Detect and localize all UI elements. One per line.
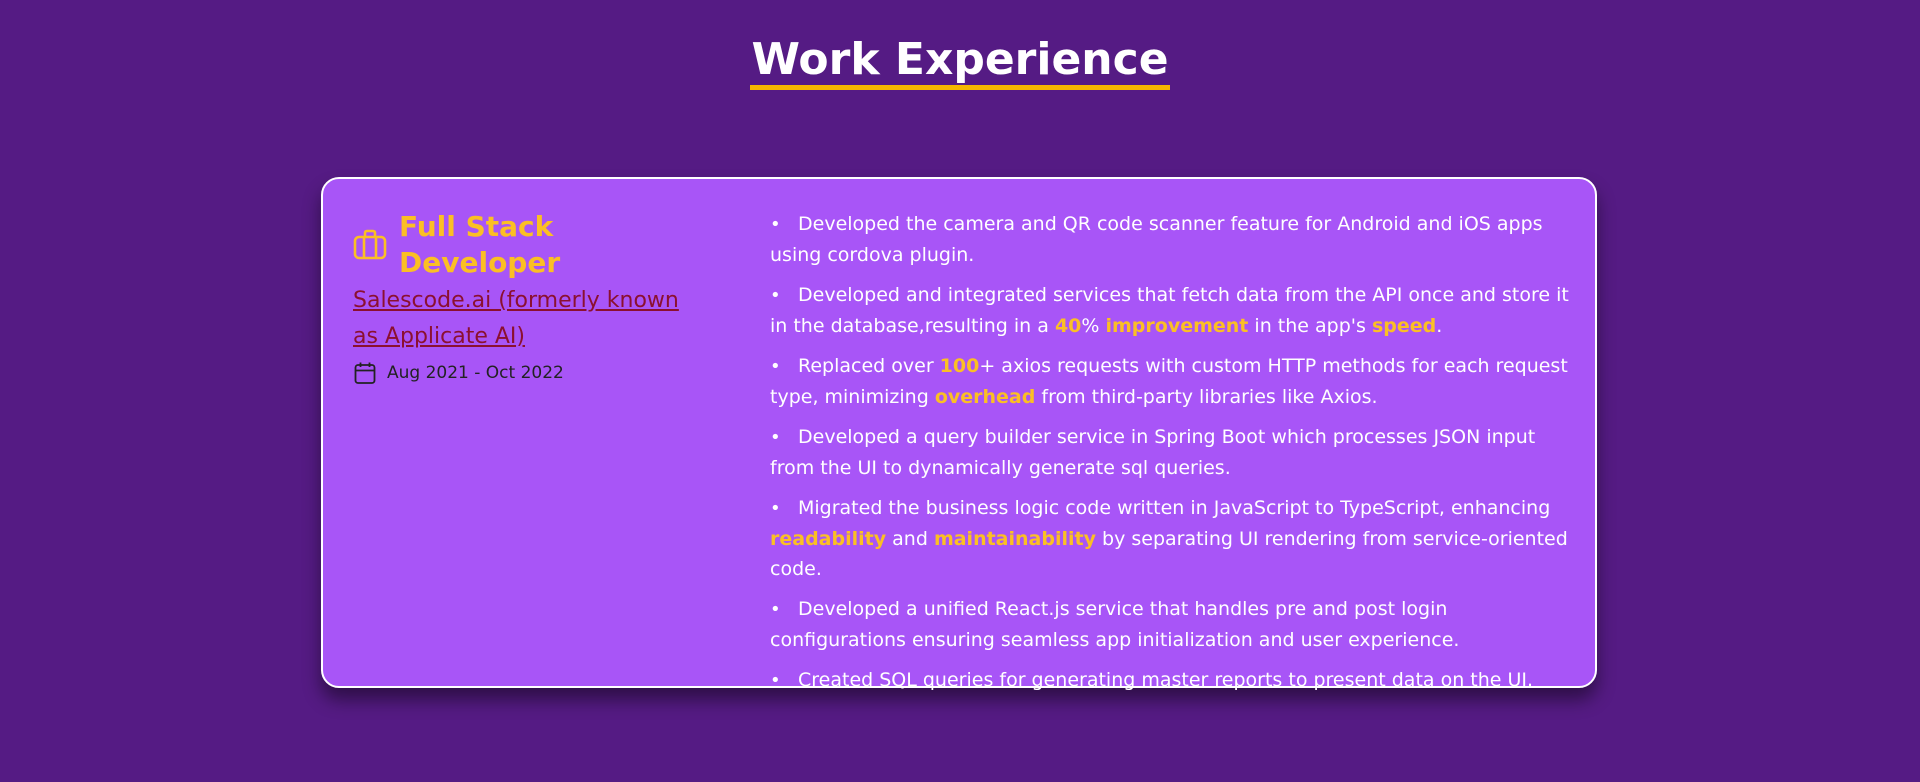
responsibility-item: • Developed a unified React.js service th… [770, 594, 1570, 655]
section-title: Work Experience [0, 32, 1920, 90]
responsibility-item: • Developed the camera and QR code scanne… [770, 209, 1570, 270]
job-role-text: Full Stack Developer [399, 210, 561, 279]
bullet-text: Migrated the business logic code written… [798, 497, 1551, 519]
responsibility-item: • Replaced over 100+ axios requests with … [770, 351, 1570, 412]
bullet-dot: • [770, 427, 781, 448]
bullet-dot: • [770, 356, 781, 377]
highlight-text: maintainability [933, 528, 1096, 550]
bullet-text: . [1436, 315, 1443, 337]
bullet-dot: • [770, 670, 781, 691]
responsibility-item: • Created SQL queries for generating mast… [770, 665, 1570, 696]
bullet-dot: • [770, 214, 781, 235]
highlight-text: 100 [939, 355, 980, 377]
bullet-text: Created SQL queries for generating maste… [798, 669, 1534, 691]
bullet-text: % [1081, 315, 1106, 337]
responsibility-item: • Developed a query builder service in Sp… [770, 422, 1570, 483]
bullet-dot: • [770, 498, 781, 519]
bullet-text: in the app's [1248, 315, 1372, 337]
responsibility-item: • Developed and integrated services that … [770, 280, 1570, 341]
bullet-text: and [886, 528, 934, 550]
experience-card: Full Stack Developer Salescode.ai (forme… [321, 177, 1597, 691]
section-title-text: Work Experience [750, 35, 1170, 90]
briefcase-icon [353, 228, 387, 262]
bullet-dot: • [770, 285, 781, 306]
responsibility-list: • Developed the camera and QR code scanne… [770, 209, 1570, 706]
highlight-text: improvement [1105, 315, 1249, 337]
highlight-text: readability [770, 528, 887, 550]
job-role: Full Stack Developer [353, 209, 713, 281]
highlight-text: speed [1371, 315, 1437, 337]
job-summary: Full Stack Developer Salescode.ai (forme… [353, 209, 713, 385]
highlight-text: 40 [1054, 315, 1082, 337]
bullet-text: Developed a unified React.js service tha… [770, 598, 1460, 651]
bullet-text: Replaced over [798, 355, 940, 377]
responsibility-item: • Migrated the business logic code writte… [770, 493, 1570, 584]
calendar-icon [353, 361, 377, 385]
bullet-text: Developed the camera and QR code scanner… [770, 213, 1543, 266]
highlight-text: overhead [934, 386, 1036, 408]
bullet-text: Developed a query builder service in Spr… [770, 426, 1536, 479]
job-dates-text: Aug 2021 - Oct 2022 [387, 363, 564, 383]
company-link[interactable]: Salescode.ai (formerly known as Applicat… [353, 283, 703, 355]
bullet-dot: • [770, 599, 781, 620]
job-dates: Aug 2021 - Oct 2022 [353, 361, 713, 385]
bullet-text: from third-party libraries like Axios. [1035, 386, 1378, 408]
